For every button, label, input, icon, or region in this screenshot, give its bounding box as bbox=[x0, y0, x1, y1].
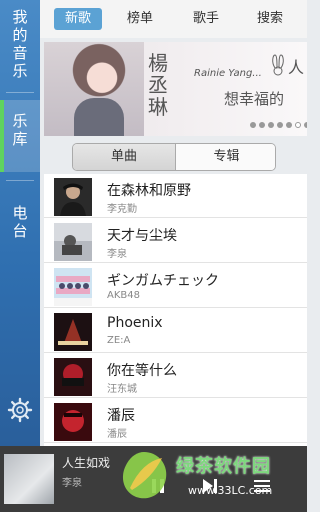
banner-artist-name: 楊丞琳 bbox=[148, 51, 168, 119]
carousel-dot[interactable] bbox=[277, 122, 283, 128]
song-artist: 李泉 bbox=[107, 249, 127, 260]
featured-banner[interactable]: 楊丞琳 Rainie Yang... 人 想幸福的 bbox=[44, 42, 307, 136]
single-album-switch: 单曲 专辑 bbox=[72, 143, 276, 171]
banner-song-title: 想幸福的 bbox=[224, 90, 285, 108]
carousel-dot[interactable] bbox=[304, 122, 307, 128]
song-artist: ZE:A bbox=[107, 335, 131, 346]
sidebar-divider bbox=[6, 92, 34, 93]
sidebar-item-label: 电台 bbox=[12, 204, 28, 240]
song-title: Phoenix bbox=[107, 315, 163, 331]
album-cover bbox=[54, 178, 92, 216]
song-title: 在森林和原野 bbox=[107, 183, 191, 199]
tab-charts[interactable]: 榜单 bbox=[116, 8, 164, 30]
carousel-dot-active[interactable] bbox=[295, 122, 301, 128]
carousel-dots bbox=[250, 122, 307, 130]
song-title: 你在等什么 bbox=[107, 363, 177, 379]
song-title: ギンガムチェック bbox=[107, 273, 219, 289]
album-cover bbox=[54, 268, 92, 306]
sidebar-item-my-music[interactable]: 我的音乐 bbox=[0, 8, 40, 84]
album-cover bbox=[54, 403, 92, 441]
watermark-text: 绿茶软件园 bbox=[176, 456, 271, 477]
tab-albums[interactable]: 专辑 bbox=[175, 144, 275, 170]
song-list: 在森林和原野 李克勤 天才与尘埃 李泉 ギンガムチェック AKB48 Phoen… bbox=[44, 174, 307, 446]
song-artist: 汪东城 bbox=[107, 384, 137, 395]
list-item[interactable]: 在森林和原野 李克勤 bbox=[44, 174, 307, 218]
watermark-logo-icon bbox=[122, 452, 167, 499]
song-artist: 李克勤 bbox=[107, 204, 137, 215]
song-artist: AKB48 bbox=[107, 290, 140, 301]
banner-artist-figure bbox=[74, 98, 124, 136]
sidebar-item-library[interactable]: 乐库 bbox=[0, 100, 40, 172]
banner-english-name: Rainie Yang... bbox=[194, 68, 262, 79]
banner-title-end: 人 bbox=[288, 58, 305, 77]
list-item[interactable]: 你在等什么 汪东城 bbox=[44, 354, 307, 398]
tab-search[interactable]: 搜索 bbox=[246, 8, 294, 30]
carousel-dot[interactable] bbox=[259, 122, 265, 128]
list-item[interactable]: ギンガムチェック AKB48 bbox=[44, 264, 307, 308]
watermark-url: www.33LC.com bbox=[188, 484, 273, 497]
tab-new-songs[interactable]: 新歌 bbox=[54, 8, 102, 30]
album-cover bbox=[54, 223, 92, 261]
sidebar-item-label: 我的音乐 bbox=[12, 8, 28, 80]
sidebar-item-radio[interactable]: 电台 bbox=[0, 196, 40, 252]
sidebar-divider bbox=[6, 180, 34, 181]
song-title: 潘辰 bbox=[107, 408, 135, 424]
song-artist: 潘辰 bbox=[107, 429, 127, 440]
bunny-logo-icon bbox=[272, 54, 284, 76]
carousel-dot[interactable] bbox=[286, 122, 292, 128]
now-playing-artist: 李泉 bbox=[62, 478, 82, 489]
song-title: 天才与尘埃 bbox=[107, 228, 177, 244]
list-item[interactable]: 潘辰 潘辰 bbox=[44, 399, 307, 443]
top-tab-bar: 新歌 榜单 歌手 搜索 bbox=[40, 0, 307, 38]
carousel-dot[interactable] bbox=[268, 122, 274, 128]
album-cover bbox=[54, 358, 92, 396]
list-item[interactable]: Phoenix ZE:A bbox=[44, 309, 307, 353]
list-item[interactable]: 天才与尘埃 李泉 bbox=[44, 219, 307, 263]
gear-icon[interactable] bbox=[6, 396, 34, 424]
tab-singles[interactable]: 单曲 bbox=[73, 144, 175, 170]
album-cover bbox=[54, 313, 92, 351]
sidebar-item-label: 乐库 bbox=[12, 112, 28, 148]
carousel-dot[interactable] bbox=[250, 122, 256, 128]
now-playing-cover bbox=[4, 454, 54, 504]
now-playing-title: 人生如戏 bbox=[62, 456, 111, 470]
tab-singers[interactable]: 歌手 bbox=[182, 8, 230, 30]
left-sidebar: 我的音乐 乐库 电台 bbox=[0, 0, 40, 446]
